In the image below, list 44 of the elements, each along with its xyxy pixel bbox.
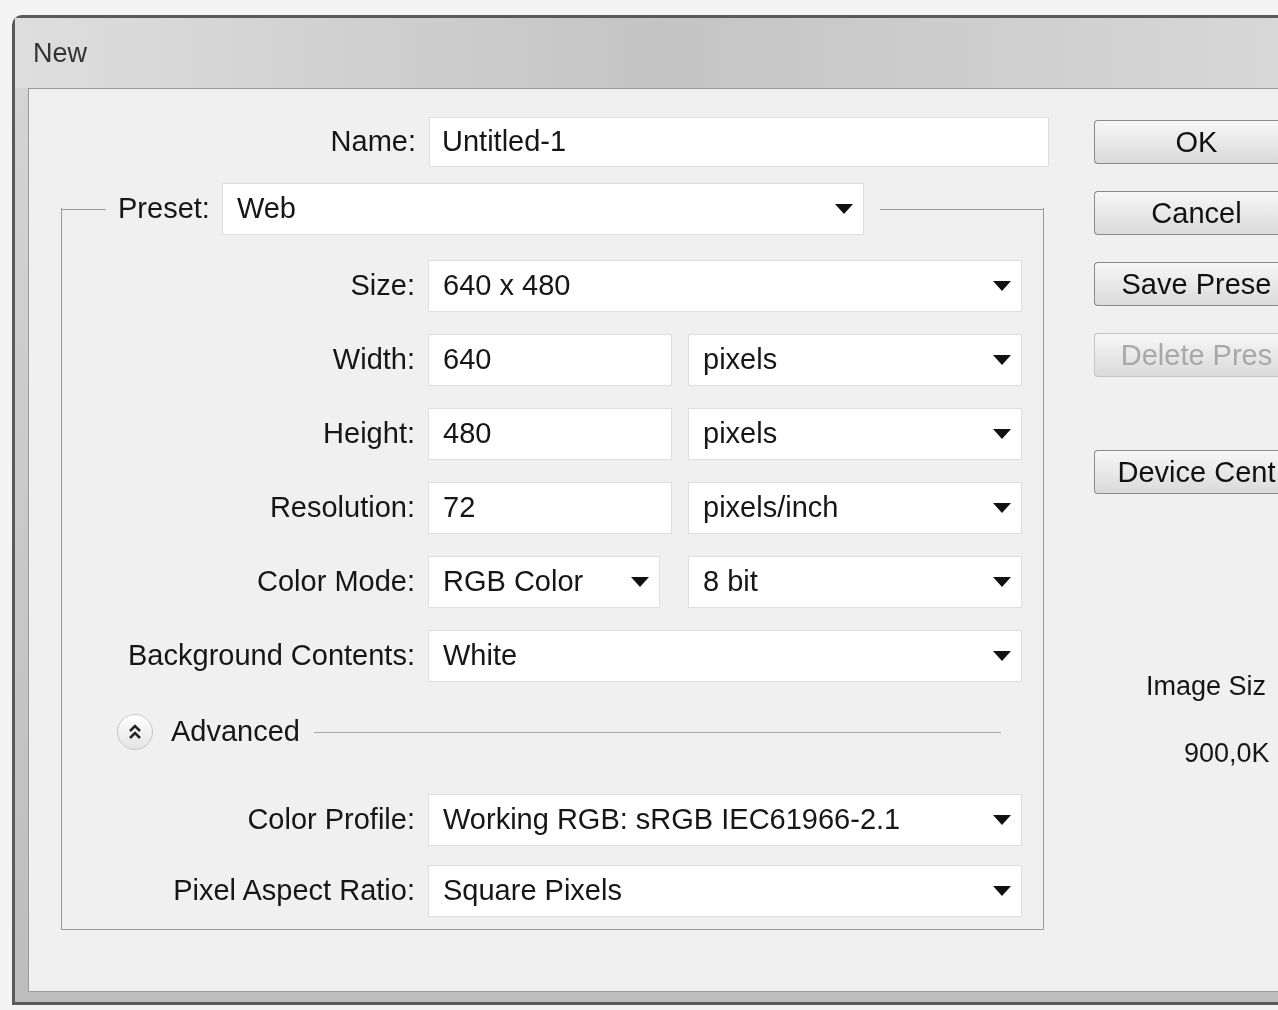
dropdown-arrow-icon	[993, 651, 1011, 661]
dropdown[interactable]: RGB Color	[428, 556, 660, 608]
dropdown[interactable]: 8 bit	[688, 556, 1022, 608]
dialog-button[interactable]: Save Prese	[1094, 262, 1278, 306]
text-field[interactable]: Untitled-1	[429, 117, 1049, 167]
field-label: Height:	[322, 416, 415, 452]
field-label: Resolution:	[268, 490, 415, 526]
field-label: Name:	[329, 124, 416, 160]
field-label: Preset:	[117, 191, 211, 227]
dropdown-arrow-icon	[993, 355, 1011, 365]
dropdown[interactable]: Square Pixels	[428, 865, 1022, 917]
field-label: Background Contents:	[127, 638, 415, 674]
field-label: Width:	[331, 342, 415, 378]
section-label: Advanced	[171, 714, 300, 750]
image-size-label: Image Siz	[1146, 670, 1268, 703]
dropdown-arrow-icon	[993, 503, 1011, 513]
dropdown-arrow-icon	[993, 429, 1011, 439]
dropdown-arrow-icon	[631, 577, 649, 587]
text-field[interactable]: 72	[428, 482, 672, 534]
image-size-value: 900,0K	[1184, 736, 1271, 770]
dialog-button[interactable]: Device Cent	[1094, 450, 1278, 494]
field-label: Color Mode:	[256, 564, 415, 600]
text-field[interactable]: 480	[428, 408, 672, 460]
dropdown[interactable]: pixels	[688, 334, 1022, 386]
dropdown-arrow-icon	[993, 281, 1011, 291]
dropdown[interactable]: pixels	[688, 408, 1022, 460]
dropdown[interactable]: Working RGB: sRGB IEC61966-2.1	[428, 794, 1022, 846]
dropdown[interactable]: 640 x 480	[428, 260, 1022, 312]
double-chevron-up-icon	[128, 724, 142, 740]
field-label: Color Profile:	[246, 802, 415, 838]
dropdown[interactable]: pixels/inch	[688, 482, 1022, 534]
dropdown-arrow-icon	[993, 886, 1011, 896]
text-field[interactable]: 640	[428, 334, 672, 386]
dropdown-arrow-icon	[993, 815, 1011, 825]
field-label: Size:	[349, 268, 415, 304]
dropdown-arrow-icon	[993, 577, 1011, 587]
dropdown[interactable]: White	[428, 630, 1022, 682]
collapse-toggle[interactable]	[117, 714, 153, 750]
dropdown-arrow-icon	[834, 204, 853, 214]
dropdown[interactable]: Web	[221, 183, 864, 235]
dialog-button[interactable]: OK	[1094, 120, 1278, 164]
dialog-button[interactable]: Cancel	[1094, 191, 1278, 235]
field-label: Pixel Aspect Ratio:	[172, 873, 415, 909]
window-title: New	[33, 36, 87, 70]
